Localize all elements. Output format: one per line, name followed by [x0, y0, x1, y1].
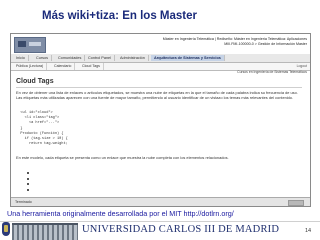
tab-control-panel[interactable]: Control Panel — [85, 55, 116, 61]
university-name: UNIVERSIDAD CARLOS III DE MADRID — [82, 224, 280, 235]
divider — [16, 87, 302, 88]
code-line: return tag.weight; — [16, 142, 68, 147]
bullet-icon — [27, 177, 29, 180]
zoom-control-icon[interactable] — [288, 200, 304, 206]
tab-cursos[interactable]: Cursos — [33, 55, 53, 61]
slide-caption: Una herramienta originalmente desarrolla… — [7, 209, 234, 218]
page-heading: Cloud Tags — [16, 78, 54, 85]
page-number: 14 — [305, 228, 312, 234]
crest-emblem-icon — [4, 225, 8, 232]
tab-comunidades[interactable]: Comunidades — [55, 55, 86, 61]
main-nav: Inicio Cursos Comunidades Control Panel … — [11, 54, 310, 63]
logout-link[interactable]: Logout — [297, 63, 307, 70]
university-crest-icon — [2, 222, 10, 236]
sub-tab-cloud-tags[interactable]: Cloud Tags — [79, 63, 104, 70]
slide-title: Más wiki+tiza: En los Master — [42, 10, 197, 22]
status-bar: Terminado — [11, 197, 310, 206]
sub-tab-calendario[interactable]: Calendario — [51, 63, 76, 70]
app-header: Máster en Ingeniería Telemática | Redise… — [11, 34, 310, 54]
bullet-list — [27, 172, 29, 194]
logo-text-block-icon — [29, 42, 41, 46]
tab-administracion[interactable]: Administración — [117, 55, 149, 61]
browser-screenshot: Máster en Ingeniería Telemática | Redise… — [10, 33, 311, 207]
bullet-icon — [27, 188, 29, 191]
tab-inicio[interactable]: Inicio — [13, 55, 29, 61]
bullet-icon — [27, 183, 29, 185]
sub-tab-publica[interactable]: Pública (Lectura) — [13, 63, 48, 70]
code-block: <ul id="cloud"> <li class="tag"> <a href… — [16, 111, 302, 155]
section-note: Cursos en Ingeniería de Sistemas Telemát… — [237, 70, 307, 74]
site-logo — [14, 37, 46, 53]
status-text: Terminado — [15, 200, 32, 204]
app-header-text: Máster en Ingeniería Telemática | Redise… — [51, 37, 307, 47]
logo-mark-icon — [18, 41, 26, 47]
closing-paragraph: En este modelo, cada etiqueta se present… — [16, 155, 229, 160]
header-line: MIII.FMI-100000-0 > Gestión de Informaci… — [224, 41, 307, 46]
intro-paragraph: En vez de obtener una lista de enlaces o… — [16, 90, 298, 100]
bullet-icon — [27, 172, 29, 174]
footer-divider — [0, 221, 320, 222]
building-image — [12, 223, 78, 240]
tab-arquitectura[interactable]: Arquitectura de Sistemas y Servicios — [151, 55, 225, 61]
